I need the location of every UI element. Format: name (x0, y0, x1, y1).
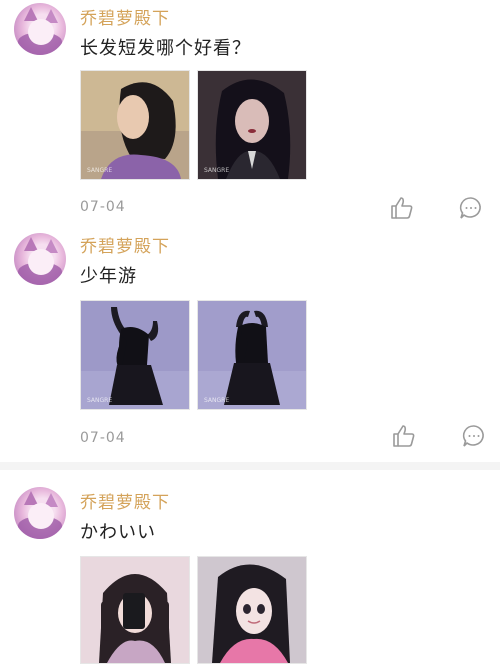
like-button[interactable] (389, 195, 415, 221)
like-button[interactable] (391, 423, 417, 449)
comment-bubble-icon (459, 197, 481, 219)
post-divider (0, 462, 500, 470)
username[interactable]: 乔碧萝殿下 (80, 4, 170, 29)
thumbs-up-icon (391, 197, 413, 219)
post-image[interactable]: SANGRE (197, 300, 307, 410)
thumbs-up-icon (393, 425, 415, 447)
post-date: 07-04 (80, 430, 126, 446)
username[interactable]: 乔碧萝殿下 (80, 232, 170, 257)
comment-button[interactable] (458, 195, 484, 221)
avatar[interactable] (14, 233, 66, 285)
username[interactable]: 乔碧萝殿下 (80, 488, 170, 513)
post-image[interactable]: SANGRE (80, 70, 190, 180)
avatar[interactable] (14, 3, 66, 55)
comment-button[interactable] (461, 423, 487, 449)
post-date: 07-04 (80, 199, 126, 215)
comment-bubble-icon (462, 425, 484, 447)
avatar[interactable] (14, 487, 66, 539)
post-text: かわいい (80, 522, 156, 543)
post-image[interactable]: SANGRE (197, 70, 307, 180)
post-image[interactable] (80, 556, 190, 664)
post-image[interactable]: SANGRE (80, 300, 190, 410)
post-text: 少年游 (80, 266, 137, 287)
post-image[interactable] (197, 556, 307, 664)
post-text: 长发短发哪个好看？ (80, 38, 251, 59)
